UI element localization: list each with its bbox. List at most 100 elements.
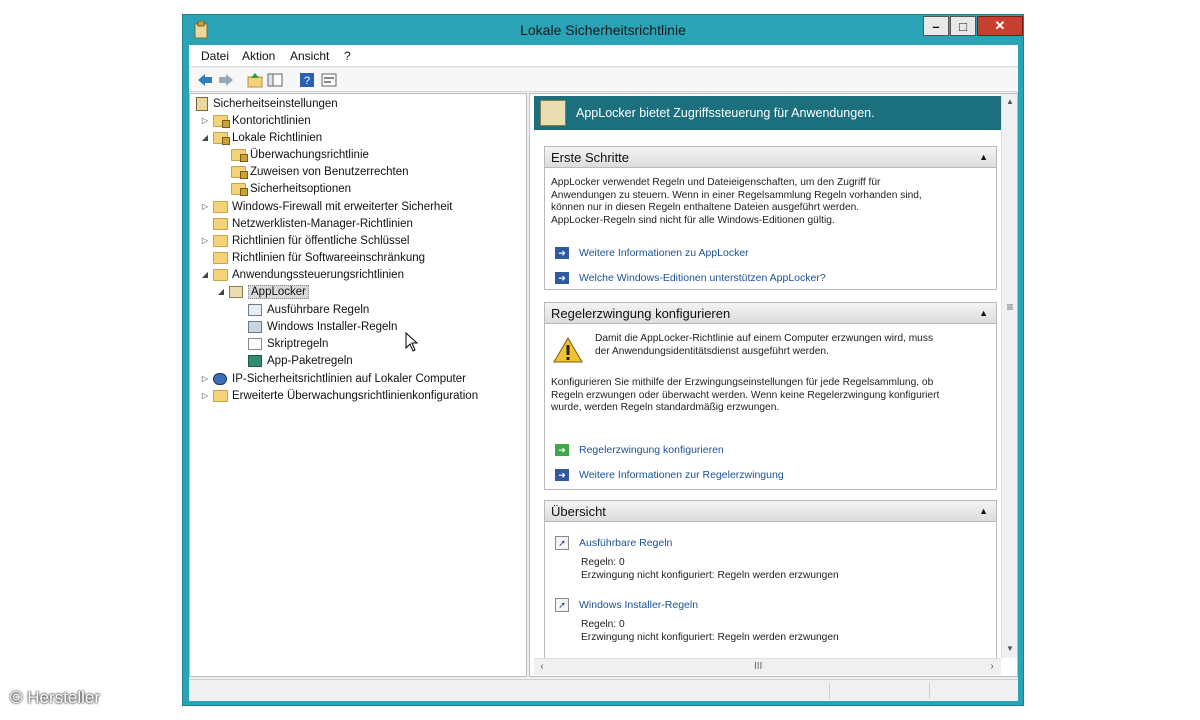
overview-item-installer-regeln[interactable]: ➚ Windows Installer-Regeln	[555, 597, 698, 613]
expand-arrow-icon[interactable]: ▷	[200, 374, 210, 383]
link-text[interactable]: Windows Installer-Regeln	[579, 599, 698, 611]
warning-text: Damit die AppLocker-Richtlinie auf einem…	[595, 333, 933, 358]
app-package-rules-icon	[248, 354, 262, 367]
tree-item-benutzerrechte[interactable]: Zuweisen von Benutzerrechten	[231, 163, 409, 180]
arrow-link-icon: ➜	[555, 444, 569, 456]
applocker-icon	[229, 285, 243, 298]
tree-item-anwendungssteuerung[interactable]: ◢ Anwendungssteuerungsrichtlinien	[200, 266, 404, 283]
tree-item-ausfuehrbare-regeln[interactable]: Ausführbare Regeln	[248, 301, 369, 318]
link-text[interactable]: Ausführbare Regeln	[579, 537, 672, 549]
collapse-arrow-icon[interactable]: ◢	[200, 133, 210, 142]
folder-icon	[231, 182, 248, 196]
applocker-banner: AppLocker bietet Zugriffssteuerung für A…	[534, 96, 1001, 130]
section-header[interactable]: Regelerzwingung konfigurieren ▲	[545, 303, 996, 324]
tree-item-kontorichtlinien[interactable]: ▷ Kontorichtlinien	[200, 112, 311, 129]
tree-label: AppLocker	[248, 284, 309, 299]
minimize-button[interactable]: –	[923, 16, 949, 36]
tree-label: Kontorichtlinien	[232, 114, 311, 127]
expand-arrow-icon[interactable]: ▷	[200, 391, 210, 400]
folder-icon	[213, 389, 228, 402]
section-description: AppLocker verwendet Regeln und Dateieige…	[551, 177, 922, 227]
tree-item-app-paketregeln[interactable]: App-Paketregeln	[248, 352, 353, 369]
folder-icon	[213, 268, 228, 281]
tree-label: Ausführbare Regeln	[267, 303, 370, 316]
text-line: AppLocker-Regeln sind nicht für alle Win…	[551, 214, 835, 226]
installer-rules-icon	[248, 320, 262, 333]
tree-item-installer-regeln[interactable]: Windows Installer-Regeln	[248, 318, 397, 335]
menu-ansicht[interactable]: Ansicht	[290, 49, 329, 63]
scroll-grip-icon[interactable]: III	[754, 661, 762, 672]
collapse-up-icon[interactable]: ▲	[979, 506, 988, 516]
tree-item-softwareeinschraenkung[interactable]: Richtlinien für Softwareeinschränkung	[213, 249, 425, 266]
scroll-up-icon[interactable]: ▲	[1002, 94, 1017, 110]
overview-item-ausfuehrbare-regeln[interactable]: ➚ Ausführbare Regeln	[555, 535, 672, 551]
expand-arrow-icon[interactable]: ▷	[200, 236, 210, 245]
up-folder-icon[interactable]	[247, 72, 263, 88]
menu-aktion[interactable]: Aktion	[242, 49, 275, 63]
banner-text: AppLocker bietet Zugriffssteuerung für A…	[576, 106, 875, 120]
client-area: Datei Aktion Ansicht ? ? Sicherheitseins…	[189, 45, 1018, 701]
tree-label: Sicherheitsoptionen	[250, 182, 352, 195]
tree-pane[interactable]: Sicherheitseinstellungen ▷ Kontorichtlin…	[189, 93, 527, 677]
link-text[interactable]: Weitere Informationen zu AppLocker	[579, 247, 749, 259]
tree-label: Skriptregeln	[267, 337, 329, 350]
scroll-grip-icon[interactable]: ≡	[1002, 300, 1017, 314]
tree-item-oeffentliche-schluessel[interactable]: ▷ Richtlinien für öffentliche Schlüssel	[200, 232, 410, 249]
horizontal-scrollbar[interactable]: ‹ III ›	[534, 658, 1001, 675]
mouse-cursor-icon	[405, 332, 419, 352]
menu-help[interactable]: ?	[344, 49, 351, 63]
title-bar[interactable]: Lokale Sicherheitsrichtlinie – □ ✕	[183, 15, 1023, 45]
link-text[interactable]: Weitere Informationen zur Regelerzwingun…	[579, 469, 784, 481]
tree-label: Zuweisen von Benutzerrechten	[250, 165, 409, 178]
menu-datei[interactable]: Datei	[201, 49, 229, 63]
folder-icon	[231, 148, 248, 162]
scroll-left-icon[interactable]: ‹	[534, 659, 550, 675]
tree-root[interactable]: Sicherheitseinstellungen	[196, 95, 338, 112]
section-uebersicht: Übersicht ▲ ➚ Ausführbare Regeln Regeln:…	[544, 500, 997, 660]
link-info-applocker[interactable]: ➜ Weitere Informationen zu AppLocker	[555, 245, 749, 261]
text-line: der Anwendungsidentitätsdienst ausgeführ…	[595, 345, 829, 357]
collapse-up-icon[interactable]: ▲	[979, 152, 988, 162]
forward-arrow-icon[interactable]	[218, 72, 234, 88]
scroll-down-icon[interactable]: ▼	[1002, 641, 1017, 657]
link-configure-enforcement[interactable]: ➜ Regelerzwingung konfigurieren	[555, 442, 724, 458]
text-line: Damit die AppLocker-Richtlinie auf einem…	[595, 333, 934, 344]
tree-label: Netzwerklisten-Manager-Richtlinien	[232, 217, 413, 230]
tree-item-ueberwachungsrichtlinie[interactable]: Überwachungsrichtlinie	[231, 146, 369, 163]
tree-item-lokale-richtlinien[interactable]: ◢ Lokale Richtlinien	[200, 129, 322, 146]
folder-icon	[213, 200, 228, 213]
tree-item-erweiterte-ueberwachung[interactable]: ▷ Erweiterte Überwachungsrichtlinienkonf…	[200, 387, 478, 404]
text-line: Anwendungen zu steuern. Wenn in einer Re…	[551, 189, 922, 201]
link-text[interactable]: Regelerzwingung konfigurieren	[579, 444, 724, 456]
vertical-scrollbar[interactable]: ▲ ≡ ▼	[1001, 94, 1017, 658]
scroll-right-icon[interactable]: ›	[984, 659, 1000, 675]
collapse-arrow-icon[interactable]: ◢	[216, 287, 226, 296]
link-windows-editions[interactable]: ➜ Welche Windows-Editionen unterstützen …	[555, 270, 826, 286]
expand-arrow-icon[interactable]: ▷	[200, 202, 210, 211]
close-button[interactable]: ✕	[977, 16, 1023, 36]
link-text[interactable]: Welche Windows-Editionen unterstützen Ap…	[579, 272, 826, 284]
tree-item-applocker[interactable]: ◢ AppLocker	[216, 283, 309, 300]
maximize-button[interactable]: □	[950, 16, 976, 36]
link-info-enforcement[interactable]: ➜ Weitere Informationen zur Regelerzwing…	[555, 467, 784, 483]
tree-item-sicherheitsoptionen[interactable]: Sicherheitsoptionen	[231, 180, 351, 197]
back-arrow-icon[interactable]	[197, 72, 213, 88]
tree-label: Richtlinien für Softwareeinschränkung	[232, 251, 426, 264]
status-bar	[189, 679, 1018, 701]
show-hide-tree-icon[interactable]	[267, 72, 283, 88]
tree-item-firewall[interactable]: ▷ Windows-Firewall mit erweiterter Siche…	[200, 198, 452, 215]
help-icon[interactable]: ?	[299, 72, 315, 88]
overview-details: Regeln: 0 Erzwingung nicht konfiguriert:…	[581, 557, 839, 582]
tree-item-ip-sicherheit[interactable]: ▷ IP-Sicherheitsrichtlinien auf Lokaler …	[200, 370, 466, 387]
tree-label: App-Paketregeln	[267, 354, 353, 367]
tree-item-netzwerklisten[interactable]: Netzwerklisten-Manager-Richtlinien	[213, 215, 413, 232]
section-header[interactable]: Erste Schritte ▲	[545, 147, 996, 168]
collapse-arrow-icon[interactable]: ◢	[200, 270, 210, 279]
expand-arrow-icon[interactable]: ▷	[200, 116, 210, 125]
properties-icon[interactable]	[321, 72, 337, 88]
text-line: wurde, werden Regeln standardmäßig erzwu…	[551, 402, 780, 413]
section-header[interactable]: Übersicht ▲	[545, 501, 996, 522]
collapse-up-icon[interactable]: ▲	[979, 308, 988, 318]
menu-bar: Datei Aktion Ansicht ?	[189, 45, 1018, 67]
tree-item-skriptregeln[interactable]: Skriptregeln	[248, 335, 328, 352]
